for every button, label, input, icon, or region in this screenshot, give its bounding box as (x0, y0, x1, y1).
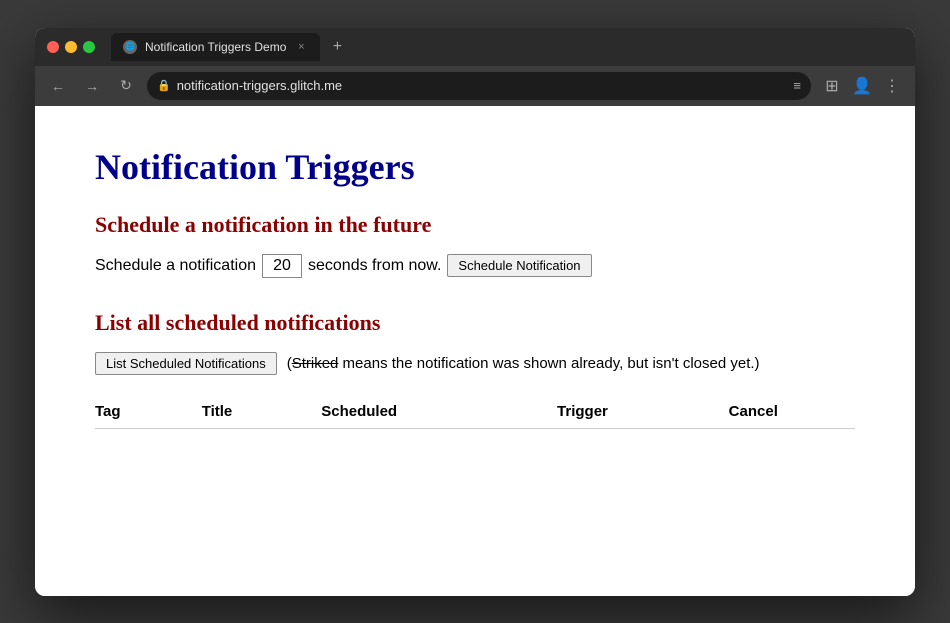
col-trigger: Trigger (557, 395, 729, 429)
col-title: Title (202, 395, 322, 429)
notifications-table: Tag Title Scheduled Trigger Cancel (95, 395, 855, 429)
address-bar[interactable]: 🔒 notification-triggers.glitch.me ≡ (147, 72, 811, 100)
tab-favicon-icon: 🌐 (123, 40, 137, 54)
col-cancel: Cancel (729, 395, 855, 429)
schedule-suffix-label: seconds from now. (308, 257, 441, 275)
list-scheduled-row: List Scheduled Notifications (Striked me… (95, 352, 855, 375)
toolbar: ← → ↻ 🔒 notification-triggers.glitch.me … (35, 66, 915, 106)
striked-word: Striked (292, 355, 339, 372)
title-bar: 🌐 Notification Triggers Demo × + (35, 28, 915, 66)
striked-info: (Striked means the notification was show… (287, 355, 760, 372)
list-scheduled-notifications-button[interactable]: List Scheduled Notifications (95, 352, 277, 375)
active-tab[interactable]: 🌐 Notification Triggers Demo × (111, 33, 320, 61)
address-menu-icon: ≡ (793, 78, 801, 93)
schedule-row: Schedule a notification seconds from now… (95, 254, 855, 278)
schedule-seconds-input[interactable] (262, 254, 302, 278)
traffic-lights (47, 41, 95, 53)
back-button[interactable]: ← (45, 73, 71, 99)
browser-window: 🌐 Notification Triggers Demo × + ← → ↻ 🔒… (35, 28, 915, 596)
toolbar-right: ⊞ 👤 ⋮ (819, 73, 905, 99)
col-tag: Tag (95, 395, 202, 429)
section2-title: List all scheduled notifications (95, 310, 855, 336)
tab-close-button[interactable]: × (294, 40, 308, 54)
schedule-notification-button[interactable]: Schedule Notification (447, 254, 591, 277)
extensions-button[interactable]: ⊞ (819, 73, 845, 99)
lock-icon: 🔒 (157, 79, 171, 92)
col-scheduled: Scheduled (321, 395, 557, 429)
more-button[interactable]: ⋮ (879, 73, 905, 99)
address-url: notification-triggers.glitch.me (177, 78, 788, 93)
minimize-button[interactable] (65, 41, 77, 53)
page-content: Notification Triggers Schedule a notific… (35, 106, 915, 596)
schedule-prefix-label: Schedule a notification (95, 257, 256, 275)
reload-button[interactable]: ↻ (113, 73, 139, 99)
maximize-button[interactable] (83, 41, 95, 53)
page-title: Notification Triggers (95, 146, 855, 188)
new-tab-button[interactable]: + (326, 36, 348, 58)
tab-bar: 🌐 Notification Triggers Demo × + (111, 33, 903, 61)
table-header-row: Tag Title Scheduled Trigger Cancel (95, 395, 855, 429)
section1-title: Schedule a notification in the future (95, 212, 855, 238)
close-button[interactable] (47, 41, 59, 53)
forward-button[interactable]: → (79, 73, 105, 99)
account-button[interactable]: 👤 (849, 73, 875, 99)
tab-title-label: Notification Triggers Demo (145, 40, 286, 54)
table-head: Tag Title Scheduled Trigger Cancel (95, 395, 855, 429)
